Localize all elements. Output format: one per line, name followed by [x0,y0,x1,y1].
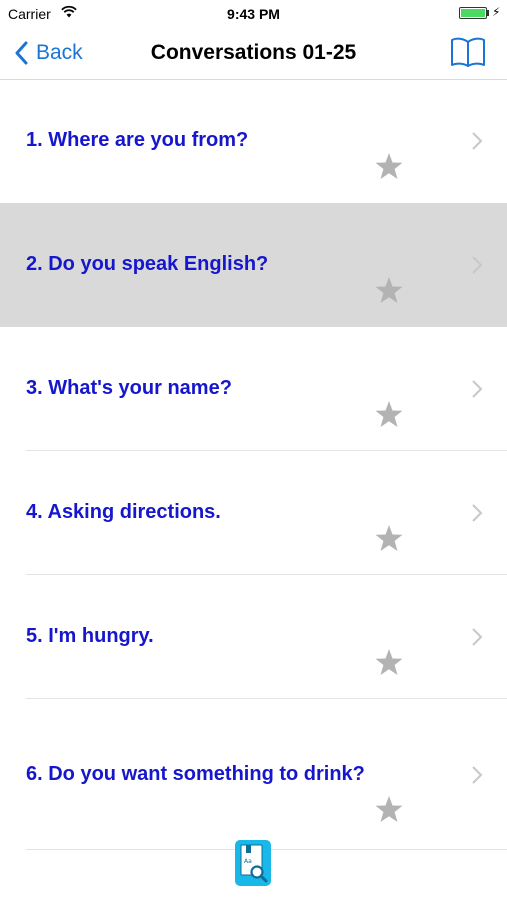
list-item[interactable]: 1. Where are you from? [0,80,507,202]
chevron-right-icon [472,628,483,646]
favorite-star-icon[interactable] [374,795,404,825]
battery-tip [487,10,489,16]
list-item[interactable]: 3. What's your name? [0,327,507,450]
favorite-star-icon[interactable] [374,276,404,306]
conversation-title: 4. Asking directions. [26,501,221,523]
charging-bolt-icon: ⚡︎ [492,5,501,19]
conversation-title: 3. What's your name? [26,377,232,399]
list-item[interactable]: 2. Do you speak English? [0,203,507,327]
chevron-right-icon [472,504,483,522]
chevron-right-icon [472,380,483,398]
list-item[interactable]: 4. Asking directions. [0,451,507,574]
status-time: 9:43 PM [227,6,280,22]
status-bar: Carrier 9:43 PM ⚡︎ [0,0,507,28]
conversation-title: 1. Where are you from? [26,129,249,151]
dictionary-search-icon[interactable]: Aa [234,839,272,887]
battery-icon [459,7,487,19]
list-item[interactable]: 5. I'm hungry. [0,575,507,698]
navigation-bar: Back Conversations 01-25 [0,28,507,80]
conversation-title: 6. Do you want something to drink? [26,763,365,785]
chevron-right-icon [472,256,483,274]
favorite-star-icon[interactable] [374,524,404,554]
conversation-title: 2. Do you speak English? [26,253,269,275]
chevron-right-icon [472,132,483,150]
page-title: Conversations 01-25 [150,41,357,64]
svg-text:Aa: Aa [244,858,252,865]
book-open-icon[interactable] [450,36,486,68]
favorite-star-icon[interactable] [374,152,404,182]
list-item[interactable]: 6. Do you want something to drink? [0,699,507,849]
favorite-star-icon[interactable] [374,400,404,430]
favorite-star-icon[interactable] [374,648,404,678]
conversation-title: 5. I'm hungry. [26,625,154,647]
chevron-right-icon [472,766,483,784]
